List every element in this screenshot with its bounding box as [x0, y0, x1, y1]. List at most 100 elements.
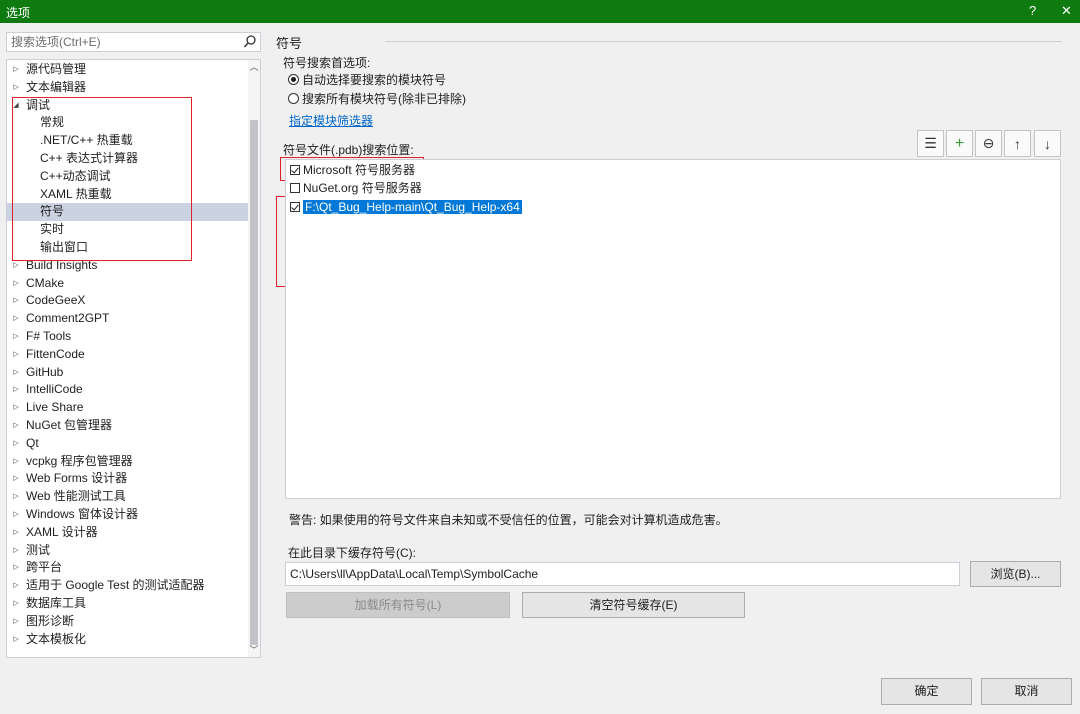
scroll-thumb[interactable] — [250, 120, 258, 645]
help-button[interactable]: ? — [1029, 3, 1036, 18]
expand-arrow-icon[interactable]: ▷ — [11, 524, 21, 542]
tree-item[interactable]: 常规 — [7, 114, 249, 132]
tree-item[interactable]: ▷ 跨平台 — [7, 559, 249, 577]
expand-arrow-icon[interactable]: ▷ — [11, 328, 21, 346]
arrow-down-icon[interactable]: ↓ — [1034, 130, 1061, 157]
list-icon[interactable]: ☰ — [917, 130, 944, 157]
tree-scrollbar[interactable]: ︿ ﹀ — [248, 60, 260, 657]
tree-item[interactable]: ▷ 文本模板化 — [7, 631, 249, 649]
tree-item-label: 文本编辑器 — [26, 79, 87, 94]
tree-item[interactable]: ▷ CodeGeeX — [7, 292, 249, 310]
tree-item[interactable]: ▷ 源代码管理 — [7, 61, 249, 79]
tree-item[interactable]: ▷ F# Tools — [7, 328, 249, 346]
checkbox[interactable] — [290, 165, 300, 175]
checkbox[interactable] — [290, 183, 300, 193]
minus-circle-icon[interactable]: ⊖ — [975, 130, 1002, 157]
expand-arrow-icon[interactable]: ▷ — [11, 257, 21, 275]
module-filter-link[interactable]: 指定模块筛选器 — [289, 112, 373, 129]
expand-arrow-icon[interactable]: ▷ — [11, 453, 21, 471]
tree-item-label: FittenCode — [26, 346, 85, 361]
tree-item[interactable]: C++动态调试 — [7, 168, 249, 186]
tree-item[interactable]: ▷ Windows 窗体设计器 — [7, 506, 249, 524]
expand-arrow-icon[interactable]: ▷ — [11, 417, 21, 435]
tree-item[interactable]: ▷ 适用于 Google Test 的测试适配器 — [7, 577, 249, 595]
tree-item[interactable]: ▷ CMake — [7, 275, 249, 293]
collapse-arrow-icon[interactable]: ◢ — [11, 97, 21, 115]
expand-arrow-icon[interactable]: ▷ — [11, 559, 21, 577]
expand-arrow-icon[interactable]: ▷ — [11, 435, 21, 453]
expand-arrow-icon[interactable]: ▷ — [11, 399, 21, 417]
symbol-locations-list[interactable]: Microsoft 符号服务器 NuGet.org 符号服务器 F:\Qt_Bu… — [285, 159, 1061, 499]
expand-arrow-icon[interactable]: ▷ — [11, 79, 21, 97]
expand-arrow-icon[interactable]: ▷ — [11, 542, 21, 560]
expand-arrow-icon[interactable]: ▷ — [11, 61, 21, 79]
clear-cache-button[interactable]: 清空符号缓存(E) — [522, 592, 745, 618]
tree-item[interactable]: C++ 表达式计算器 — [7, 150, 249, 168]
expand-arrow-icon[interactable]: ▷ — [11, 346, 21, 364]
tree-item[interactable]: 符号 — [7, 203, 249, 222]
list-item[interactable]: Microsoft 符号服务器 — [290, 162, 415, 179]
expand-arrow-icon[interactable]: ▷ — [11, 310, 21, 328]
expand-arrow-icon[interactable]: ▷ — [11, 577, 21, 595]
options-tree[interactable]: ▷ 源代码管理 ▷ 文本编辑器 ◢ 调试 常规 .NET/C++ 热重载 C++ 表达式计算器 C… — [6, 59, 261, 658]
tree-item-label: IntelliCode — [26, 382, 83, 397]
tree-item[interactable]: ▷ 数据库工具 — [7, 595, 249, 613]
cancel-button[interactable]: 取消 — [981, 678, 1072, 705]
radio-auto-select[interactable]: 自动选择要搜索的模块符号 — [288, 72, 446, 88]
tree-item[interactable]: ◢ 调试 — [7, 97, 249, 115]
tree-item[interactable]: ▷ Qt — [7, 435, 249, 453]
expand-arrow-icon[interactable]: ▷ — [11, 364, 21, 382]
tree-item[interactable]: ▷ IntelliCode — [7, 381, 249, 399]
tree-item[interactable]: ▷ Web Forms 设计器 — [7, 470, 249, 488]
radio-button[interactable] — [288, 93, 299, 104]
tree-item[interactable]: 实时 — [7, 221, 249, 239]
tree-item-label: 实时 — [40, 222, 65, 237]
list-item[interactable]: NuGet.org 符号服务器 — [290, 180, 422, 197]
expand-arrow-icon[interactable]: ▷ — [11, 292, 21, 310]
options-search-box[interactable] — [6, 32, 261, 52]
expand-arrow-icon[interactable]: ▷ — [11, 275, 21, 293]
cache-path-field[interactable]: C:\Users\ll\AppData\Local\Temp\SymbolCac… — [285, 562, 960, 586]
tree-item[interactable]: ▷ Web 性能测试工具 — [7, 488, 249, 506]
search-preference-label: 符号搜索首选项: — [283, 56, 371, 70]
tree-item-label: F# Tools — [26, 329, 72, 343]
tree-item[interactable]: ▷ NuGet 包管理器 — [7, 417, 249, 435]
expand-arrow-icon[interactable]: ▷ — [11, 381, 21, 399]
ok-button[interactable]: 确定 — [881, 678, 972, 705]
scroll-down-arrow-icon[interactable]: ﹀ — [248, 643, 260, 657]
window-title: 选项 — [6, 6, 31, 20]
tree-item[interactable]: ▷ 文本编辑器 — [7, 79, 249, 97]
expand-arrow-icon[interactable]: ▷ — [11, 506, 21, 524]
tree-item[interactable]: ▷ 测试 — [7, 542, 249, 560]
expand-arrow-icon[interactable]: ▷ — [11, 595, 21, 613]
tree-item[interactable]: .NET/C++ 热重载 — [7, 132, 249, 150]
tree-item[interactable]: ▷ FittenCode — [7, 346, 249, 364]
browse-button[interactable]: 浏览(B)... — [970, 561, 1061, 587]
tree-item-label: 源代码管理 — [26, 62, 87, 76]
tree-item[interactable]: XAML 热重载 — [7, 186, 249, 204]
tree-item[interactable]: ▷ Build Insights — [7, 257, 249, 275]
close-button[interactable]: ✕ — [1061, 3, 1072, 19]
expand-arrow-icon[interactable]: ▷ — [11, 613, 21, 631]
plus-icon[interactable]: + — [946, 130, 973, 157]
tree-item[interactable]: ▷ GitHub — [7, 364, 249, 382]
tree-item[interactable]: ▷ Live Share — [7, 399, 249, 417]
section-divider — [385, 41, 1062, 42]
arrow-up-icon[interactable]: ↑ — [1004, 130, 1031, 157]
tree-item[interactable]: ▷ Comment2GPT — [7, 310, 249, 328]
expand-arrow-icon[interactable]: ▷ — [11, 470, 21, 488]
tree-item[interactable]: ▷ XAML 设计器 — [7, 524, 249, 542]
list-item[interactable]: F:\Qt_Bug_Help-main\Qt_Bug_Help-x64 — [290, 199, 522, 216]
tree-item[interactable]: ▷ 图形诊断 — [7, 613, 249, 631]
expand-arrow-icon[interactable]: ▷ — [11, 488, 21, 506]
load-all-symbols-button[interactable]: 加载所有符号(L) — [286, 592, 510, 618]
options-search-input[interactable] — [7, 33, 236, 51]
radio-search-all[interactable]: 搜索所有模块符号(除非已排除) — [288, 91, 466, 107]
checkbox[interactable] — [290, 202, 300, 212]
search-icon[interactable] — [243, 34, 257, 50]
expand-arrow-icon[interactable]: ▷ — [11, 631, 21, 649]
scroll-up-arrow-icon[interactable]: ︿ — [248, 60, 260, 74]
tree-item[interactable]: ▷ vcpkg 程序包管理器 — [7, 453, 249, 471]
tree-item[interactable]: 输出窗口 — [7, 239, 249, 257]
radio-button[interactable] — [288, 74, 299, 85]
